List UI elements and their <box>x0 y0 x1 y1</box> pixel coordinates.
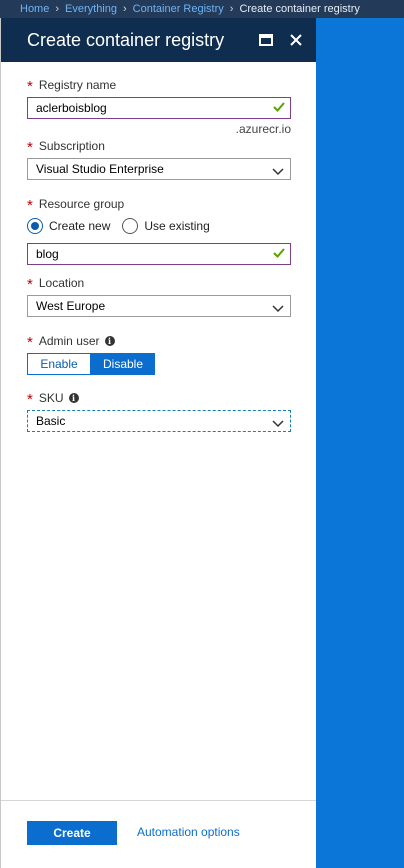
use-existing-label: Use existing <box>144 219 210 233</box>
enable-button[interactable]: Enable <box>27 353 91 375</box>
admin-user-label: Admin user <box>38 334 100 348</box>
subscription-select[interactable]: Visual Studio Enterprise <box>27 158 291 180</box>
subscription-field: * Subscription Visual Studio Enterprise <box>27 138 291 180</box>
maximize-icon[interactable] <box>256 30 276 50</box>
resource-group-label: Resource group <box>38 197 125 211</box>
radio-selected-icon <box>27 218 43 234</box>
required-marker: * <box>27 276 33 293</box>
registry-suffix: .azurecr.io <box>235 122 291 136</box>
blade-header: Create container registry <box>1 18 316 62</box>
sku-select[interactable]: Basic <box>27 410 291 432</box>
location-value: West Europe <box>36 299 106 313</box>
chevron-down-icon <box>272 165 284 179</box>
subscription-value: Visual Studio Enterprise <box>36 162 164 176</box>
resource-group-value: blog <box>36 247 59 261</box>
breadcrumb-separator-icon: › <box>123 3 127 15</box>
blade-footer: Create Automation options <box>1 800 317 850</box>
info-icon[interactable]: i <box>104 336 115 346</box>
admin-user-field: * Admin user i Enable Disable <box>27 333 291 375</box>
info-icon[interactable]: i <box>68 393 79 403</box>
breadcrumb-current: Create container registry <box>239 3 360 15</box>
required-marker: * <box>27 78 33 95</box>
registry-name-label: Registry name <box>38 78 117 92</box>
required-marker: * <box>27 334 33 351</box>
radio-create-new[interactable]: Create new <box>27 218 110 234</box>
breadcrumb-separator-icon: › <box>55 3 60 15</box>
sku-label: SKU <box>38 391 64 405</box>
background-panel <box>316 18 404 868</box>
checkmark-icon <box>272 100 286 117</box>
required-marker: * <box>27 391 33 408</box>
radio-unselected-icon <box>122 218 139 234</box>
breadcrumb-container-registry[interactable]: Container Registry <box>133 3 224 15</box>
disable-button[interactable]: Disable <box>91 353 155 375</box>
chevron-down-icon <box>272 417 284 431</box>
required-marker: * <box>27 197 33 214</box>
required-marker: * <box>27 139 33 156</box>
breadcrumb: Home › Everything › Container Registry ›… <box>0 0 404 18</box>
registry-name-input[interactable]: aclerboisblog <box>27 97 291 119</box>
breadcrumb-separator-icon: › <box>229 3 234 15</box>
breadcrumb-everything[interactable]: Everything <box>65 3 117 15</box>
create-new-label: Create new <box>49 219 111 233</box>
sku-field: * SKU i Basic <box>27 390 291 432</box>
registry-name-value: aclerboisblog <box>36 101 107 115</box>
close-icon[interactable] <box>286 30 306 50</box>
blade-title: Create container registry <box>27 29 225 50</box>
radio-use-existing[interactable]: Use existing <box>122 218 210 234</box>
location-label: Location <box>38 276 85 290</box>
location-select[interactable]: West Europe <box>27 295 291 317</box>
checkmark-icon <box>272 246 286 263</box>
location-field: * Location West Europe <box>27 275 291 317</box>
sku-value: Basic <box>36 414 66 428</box>
registry-name-field: * Registry name aclerboisblog .azurecr.i… <box>27 77 291 136</box>
automation-options-link[interactable]: Automation options <box>137 825 240 839</box>
breadcrumb-home[interactable]: Home <box>20 3 49 15</box>
admin-user-toggle: Enable Disable <box>27 353 291 375</box>
create-button[interactable]: Create <box>27 821 117 845</box>
create-registry-blade: Create container registry * Registry nam… <box>0 18 317 868</box>
resource-group-input[interactable]: blog <box>27 243 291 265</box>
resource-group-field: * Resource group Create new Use existing… <box>27 196 291 265</box>
chevron-down-icon <box>272 302 284 316</box>
subscription-label: Subscription <box>38 139 105 153</box>
resource-group-radio-group: Create new Use existing <box>27 216 291 236</box>
